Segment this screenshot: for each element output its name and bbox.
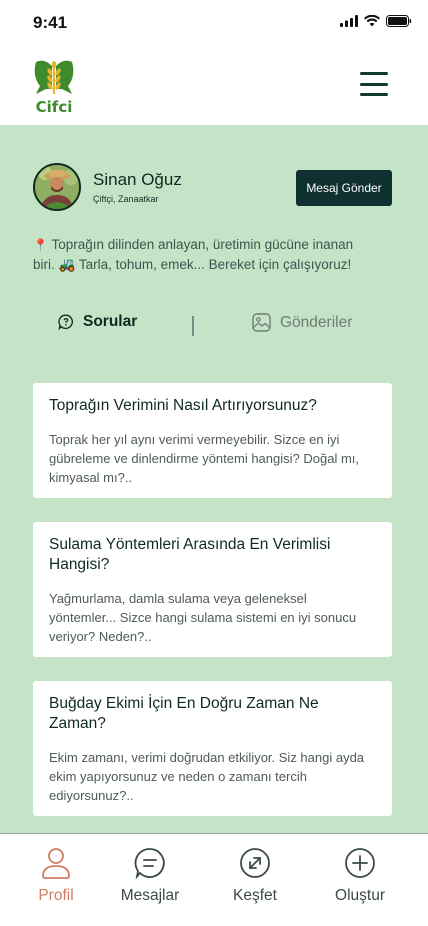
bottom-navigation: Profil Mesajlar Keşfet Oluştur: [0, 833, 428, 926]
question-bubble-icon: [58, 314, 73, 330]
question-card[interactable]: Buğday Ekimi İçin En Doğru Zaman Ne Zama…: [33, 681, 392, 816]
svg-text:Cifci: Cifci: [36, 98, 73, 114]
app-logo[interactable]: Cifci: [30, 56, 78, 116]
tab-posts-label: Gönderiler: [280, 313, 353, 331]
nav-item-profile[interactable]: Profil: [11, 847, 101, 905]
tab-divider: [192, 316, 194, 336]
profile-content: Sinan Oğuz Çiftçi, Zanaatkar Mesaj Gönde…: [0, 125, 428, 833]
menu-line: [360, 82, 388, 86]
nav-label-explore: Keşfet: [233, 887, 277, 904]
profile-tabs: Sorular Gönderiler: [33, 313, 392, 343]
nav-item-explore[interactable]: Keşfet: [210, 847, 300, 905]
profile-role: Çiftçi, Zanaatkar: [93, 194, 159, 204]
image-icon: [252, 313, 271, 332]
question-card[interactable]: Sulama Yöntemleri Arasında En Verimlisi …: [33, 522, 392, 657]
question-card[interactable]: Toprağın Verimini Nasıl Artırıyorsunuz? …: [33, 383, 392, 498]
nav-label-create: Oluştur: [335, 887, 385, 904]
bio-line-2-end: Tarla, tohum, emek... Bereket için çalış…: [78, 257, 352, 272]
question-body: Toprak her yıl aynı verimi vermeyebilir.…: [49, 432, 359, 485]
tab-questions[interactable]: Sorular: [58, 313, 137, 331]
menu-line: [360, 93, 388, 96]
bio-line-1: Toprağın dilinden anlayan, üretimin gücü…: [51, 237, 354, 252]
question-body: Yağmurlama, damla sulama veya geleneksel…: [49, 591, 357, 644]
pin-icon: 📍: [33, 238, 48, 252]
question-title: Toprağın Verimini Nasıl Artırıyorsunuz?: [49, 397, 317, 414]
send-message-button[interactable]: Mesaj Gönder: [296, 170, 392, 206]
profile-bio: 📍 Toprağın dilinden anlayan, üretimin gü…: [33, 235, 383, 275]
profile-header: Sinan Oğuz Çiftçi, Zanaatkar Mesaj Gönde…: [33, 163, 392, 213]
wifi-icon: [364, 15, 380, 27]
tractor-icon: 🚜: [58, 257, 76, 272]
tab-posts[interactable]: Gönderiler: [252, 313, 352, 332]
nav-label-profile: Profil: [38, 887, 74, 904]
plus-circle-icon: [345, 848, 375, 878]
question-title: Sulama Yöntemleri Arasında En Verimlisi …: [49, 536, 331, 573]
app-header: Cifci: [0, 44, 428, 125]
nav-label-messages: Mesajlar: [120, 887, 180, 904]
signal-icon: [340, 15, 358, 27]
profile-name: Sinan Oğuz: [93, 170, 182, 189]
question-body: Ekim zamanı, verimi doğrudan etkiliyor. …: [49, 750, 365, 803]
chat-icon: [134, 848, 165, 879]
compass-icon: [240, 848, 270, 878]
status-time: 9:41: [33, 13, 68, 32]
nav-item-messages[interactable]: Mesajlar: [105, 847, 195, 905]
tab-questions-label: Sorular: [83, 313, 138, 330]
avatar[interactable]: [33, 163, 81, 211]
question-title: Buğday Ekimi İçin En Doğru Zaman Ne Zama…: [49, 695, 319, 732]
user-icon: [42, 848, 70, 879]
hamburger-menu-icon[interactable]: [360, 70, 388, 98]
status-bar: 9:41: [0, 0, 428, 44]
status-icons: [340, 15, 412, 27]
nav-item-create[interactable]: Oluştur: [315, 847, 405, 905]
battery-icon: [386, 15, 412, 27]
bio-line-2-start: biri.: [33, 257, 55, 272]
menu-line: [360, 72, 388, 75]
